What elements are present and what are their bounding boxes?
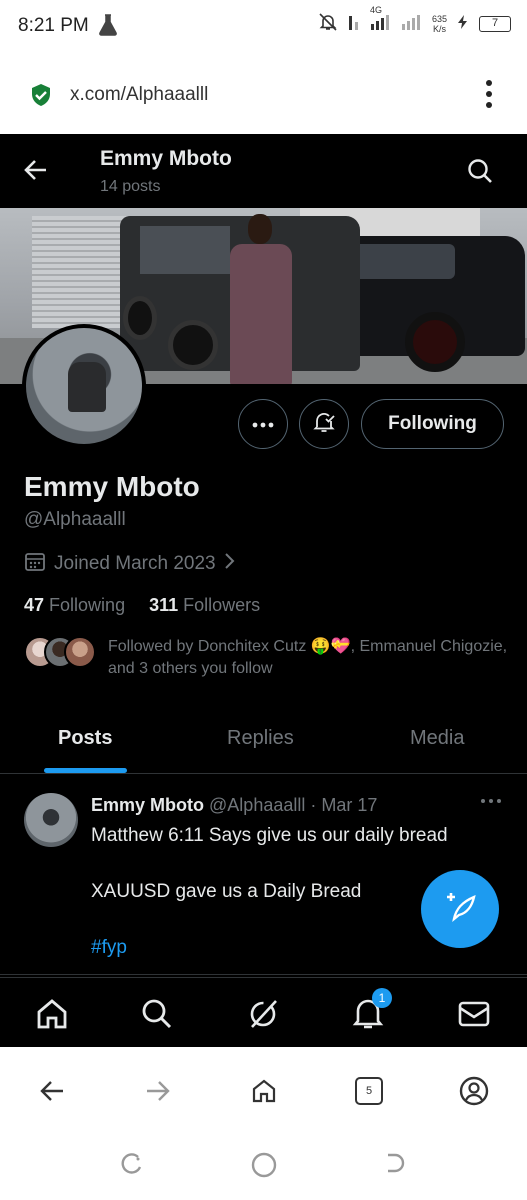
bell-icon[interactable]: 1 [350,988,392,1032]
more-options-button[interactable] [238,399,288,449]
joined-date[interactable]: Joined March 2023 [24,550,236,578]
notify-button[interactable] [299,399,349,449]
home-circle-icon[interactable] [250,1151,278,1184]
post-text-line2: XAUUSD gave us a Daily Bread [91,881,362,902]
tab-count: 5 [355,1077,383,1105]
profile-avatar[interactable] [22,324,146,448]
chevron-right-icon [224,552,236,576]
post-hashtag[interactable]: #fyp [91,937,127,959]
post-text-line1: Matthew 6:11 Says give us our daily brea… [91,825,448,846]
tab-media[interactable]: Media [410,727,464,750]
bell-check-icon [312,410,336,439]
search-icon[interactable] [467,158,493,189]
profile-handle: @Alphaaalll [24,509,126,530]
signal-1-icon [347,13,361,34]
browser-back-icon[interactable] [32,1071,72,1111]
header-post-count: 14 posts [100,178,161,195]
profile-name: Emmy Mboto [24,471,200,502]
bell-off-icon [318,12,338,35]
mail-icon[interactable] [456,996,492,1032]
follow-stats: 47 Following 311 Followers [24,595,260,616]
post-more-icon[interactable] [481,799,501,803]
browser-bottom-nav: 5 [0,1047,527,1131]
signal-4g-icon: 4G [370,5,392,34]
search-nav-icon[interactable] [139,996,175,1032]
status-bar: 8:21 PM 4G 635 K/s 7 [0,0,527,54]
header-name: Emmy Mboto [100,147,232,170]
browser-forward-icon[interactable] [138,1071,178,1111]
tab-switcher-button[interactable]: 5 [349,1071,389,1111]
profile-top-bar: Emmy Mboto 14 posts [0,134,527,208]
recents-icon[interactable] [118,1151,144,1182]
signal-2-icon [401,13,423,34]
system-back-icon[interactable] [382,1151,408,1182]
network-speed: 635 K/s [431,13,447,34]
active-tab-indicator [44,768,127,773]
grok-icon[interactable] [245,996,281,1032]
account-icon[interactable] [454,1071,494,1111]
calendar-icon [24,550,46,578]
followed-by-avatars[interactable] [24,636,96,670]
tab-replies[interactable]: Replies [227,727,294,750]
status-time: 8:21 PM [18,15,89,36]
followers-link[interactable]: 311 Followers [149,595,260,615]
following-link[interactable]: 47 Following [24,595,125,615]
browser-menu-icon[interactable] [485,80,493,108]
browser-home-icon[interactable] [244,1071,284,1111]
address-text[interactable]: x.com/Alphaaalll [70,84,208,106]
charging-icon [456,14,470,33]
following-button[interactable]: Following [361,399,504,449]
more-icon [252,415,274,433]
battery-icon: 7 [479,15,511,32]
followed-by-text[interactable]: Followed by Donchitex Cutz 🤑💝, Emmanuel … [108,636,508,680]
notifications-badge: 1 [372,988,392,1008]
compose-icon [442,889,478,930]
status-icons: 4G 635 K/s 7 [318,5,511,35]
back-arrow-icon[interactable] [22,156,50,189]
post-avatar[interactable] [24,793,78,847]
secure-shield-icon[interactable] [30,83,52,112]
home-icon[interactable] [34,996,70,1032]
browser-url-bar: x.com/Alphaaalll [0,54,527,134]
system-nav-bar [0,1131,527,1200]
post-header: Emmy Mboto @Alphaaalll · Mar 17 [91,795,377,816]
x-bottom-nav: 1 [0,977,527,1047]
joined-text: Joined March 2023 [54,553,216,574]
x-profile-page: Emmy Mboto 14 posts Following Emmy Mboto… [0,134,527,1047]
compose-button[interactable] [421,870,499,948]
profile-tabs: Posts Replies Media [0,714,527,774]
network-type: 4G [369,5,382,15]
flask-icon [98,14,118,41]
tab-posts[interactable]: Posts [58,727,112,750]
post-author[interactable]: Emmy Mboto [91,795,204,815]
post-handle-date: @Alphaaalll · Mar 17 [209,795,378,815]
